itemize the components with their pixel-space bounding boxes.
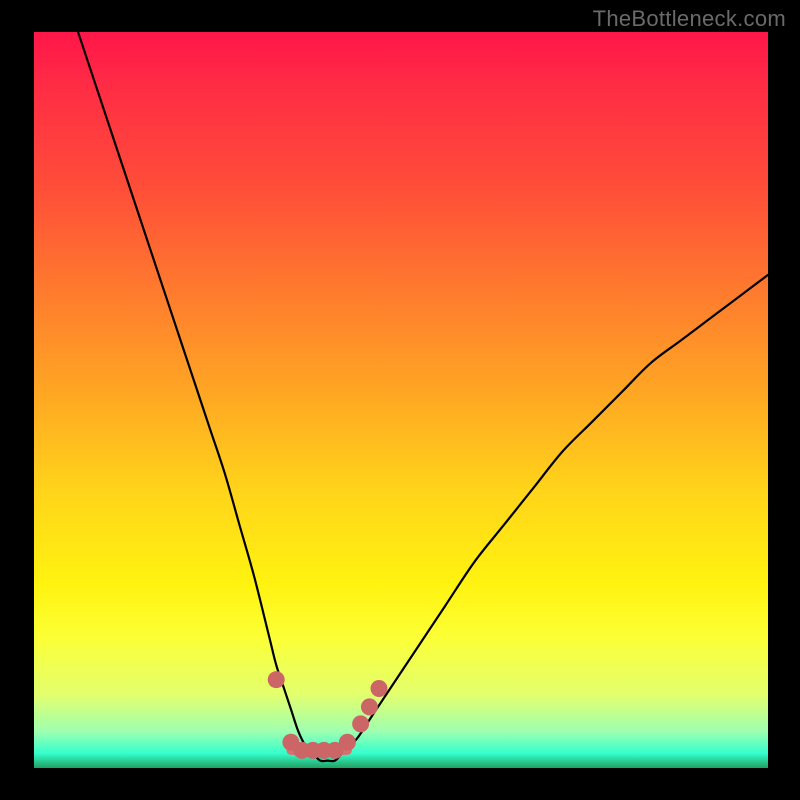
- curve-svg: [34, 32, 768, 768]
- curve-group: [78, 32, 768, 761]
- chart-frame: TheBottleneck.com: [0, 0, 800, 800]
- valley-marker: [361, 698, 378, 715]
- valley-marker: [370, 680, 387, 697]
- valley-marker: [339, 734, 356, 751]
- valley-marker: [352, 715, 369, 732]
- watermark: TheBottleneck.com: [593, 6, 786, 32]
- valley-marker: [268, 671, 285, 688]
- plot-area: [34, 32, 768, 768]
- valley-markers: [268, 671, 388, 759]
- bottleneck-curve: [78, 32, 768, 761]
